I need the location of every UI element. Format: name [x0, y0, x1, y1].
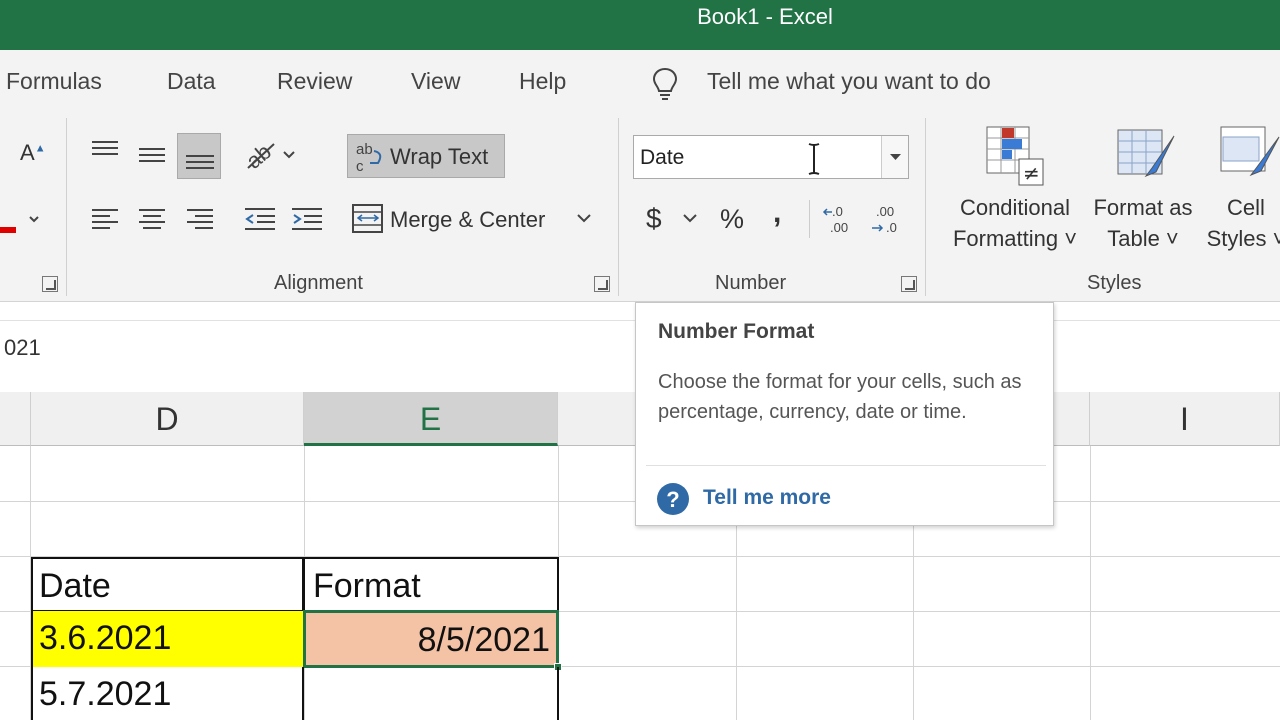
align-top-icon[interactable]: [90, 138, 120, 162]
tooltip-title: Number Format: [658, 320, 815, 343]
currency-button[interactable]: $: [646, 203, 662, 235]
text-cursor-icon: [808, 143, 820, 175]
group-separator: [925, 118, 926, 296]
merge-center-icon[interactable]: [352, 204, 384, 234]
cell-d-date-2[interactable]: 5.7.2021: [31, 667, 304, 720]
alignment-group-label: Alignment: [274, 272, 363, 294]
styles-group-label: Styles: [1087, 272, 1142, 294]
increase-font-icon[interactable]: A▲: [20, 140, 46, 166]
help-icon[interactable]: ?: [656, 482, 690, 516]
tab-view[interactable]: View: [411, 68, 460, 95]
svg-text:?: ?: [666, 487, 679, 512]
column-header-i[interactable]: I: [1090, 392, 1280, 446]
cell-d-date-1[interactable]: 3.6.2021: [31, 611, 304, 667]
cell-d-header[interactable]: Date: [31, 557, 304, 612]
divider: [809, 200, 810, 238]
svg-text:.00: .00: [876, 204, 894, 219]
cell-e-format-1[interactable]: 8/5/2021: [303, 610, 559, 668]
cell-e-header[interactable]: Format: [303, 557, 559, 612]
increase-indent-icon[interactable]: [290, 206, 324, 232]
decrease-decimal-icon[interactable]: .00 .0: [870, 202, 906, 236]
wrap-text-button[interactable]: ab c Wrap Text: [347, 134, 505, 178]
svg-text:ab: ab: [356, 141, 373, 158]
align-right-icon[interactable]: [185, 206, 215, 230]
lightbulb-icon[interactable]: [650, 66, 680, 102]
tab-review[interactable]: Review: [277, 68, 352, 95]
wrap-text-label: Wrap Text: [390, 144, 489, 169]
tell-me-more-link[interactable]: Tell me more: [703, 486, 831, 510]
svg-text:≠: ≠: [1023, 161, 1040, 185]
align-left-icon[interactable]: [90, 206, 120, 230]
decrease-indent-icon[interactable]: [243, 206, 277, 232]
tooltip-body: Choose the format for your cells, such a…: [658, 371, 1022, 423]
number-group-label: Number: [715, 272, 787, 294]
conditional-formatting-button[interactable]: Conditional Formatting ˅: [945, 192, 1085, 254]
chevron-down-icon[interactable]: [576, 213, 592, 225]
ribbon-tabs: Formulas Data Review View Help: [0, 50, 1280, 116]
tell-me-search[interactable]: Tell me what you want to do: [707, 68, 991, 95]
svg-text:.0: .0: [832, 204, 843, 219]
align-center-icon[interactable]: [137, 206, 167, 230]
window-title: Book1 - Excel: [697, 4, 833, 29]
orientation-icon[interactable]: ab: [244, 138, 300, 172]
title-bar: Book1 - Excel: [0, 0, 1280, 50]
conditional-formatting-label-2: Formatting ˅: [952, 226, 1078, 251]
font-dialog-launcher-icon[interactable]: [42, 276, 58, 292]
tab-formulas[interactable]: Formulas: [6, 68, 102, 95]
font-color-icon[interactable]: [0, 205, 39, 235]
merge-center-button[interactable]: Merge & Center: [390, 207, 545, 233]
cell-styles-label-2: Styles ˅: [1206, 226, 1280, 251]
align-middle-icon[interactable]: [137, 143, 167, 167]
percent-button[interactable]: %: [720, 204, 744, 235]
align-bottom-button[interactable]: [177, 133, 221, 179]
conditional-formatting-icon[interactable]: ≠: [985, 125, 1045, 187]
group-separator: [618, 118, 619, 296]
svg-text:c: c: [356, 158, 364, 173]
group-separator: [66, 118, 67, 296]
chevron-down-icon[interactable]: [682, 213, 698, 225]
cell-styles-button[interactable]: Cell Styles ˅: [1206, 192, 1280, 254]
number-dialog-launcher-icon[interactable]: [901, 276, 917, 292]
column-header-e[interactable]: E: [304, 392, 558, 446]
number-format-dropdown[interactable]: Date: [633, 135, 909, 179]
tab-data[interactable]: Data: [167, 68, 216, 95]
column-header-c[interactable]: [0, 392, 31, 446]
number-format-dropdown-button[interactable]: [881, 136, 908, 178]
tab-help[interactable]: Help: [519, 68, 566, 95]
svg-text:.00: .00: [830, 220, 848, 235]
cell-styles-icon[interactable]: [1219, 125, 1280, 185]
number-format-tooltip: Number Format Choose the format for your…: [635, 302, 1054, 526]
increase-decimal-icon[interactable]: .0 .00: [822, 202, 858, 236]
formula-bar-input[interactable]: 021: [4, 335, 41, 361]
format-as-table-icon[interactable]: [1116, 128, 1178, 186]
excel-window: Book1 - Excel Formulas Data Review View …: [0, 0, 1280, 720]
cell-styles-label-1: Cell: [1227, 195, 1265, 220]
alignment-dialog-launcher-icon[interactable]: [594, 276, 610, 292]
format-as-table-button[interactable]: Format as Table ˅: [1085, 192, 1201, 254]
comma-style-button[interactable]: ,: [773, 196, 781, 230]
format-as-table-label-1: Format as: [1093, 195, 1193, 220]
number-format-value: Date: [640, 146, 685, 169]
column-header-d[interactable]: D: [31, 392, 304, 446]
svg-text:.0: .0: [886, 220, 897, 235]
format-as-table-label-2: Table ˅: [1107, 226, 1179, 251]
wrap-text-icon: ab c: [356, 141, 382, 173]
conditional-formatting-label-1: Conditional: [959, 195, 1071, 220]
